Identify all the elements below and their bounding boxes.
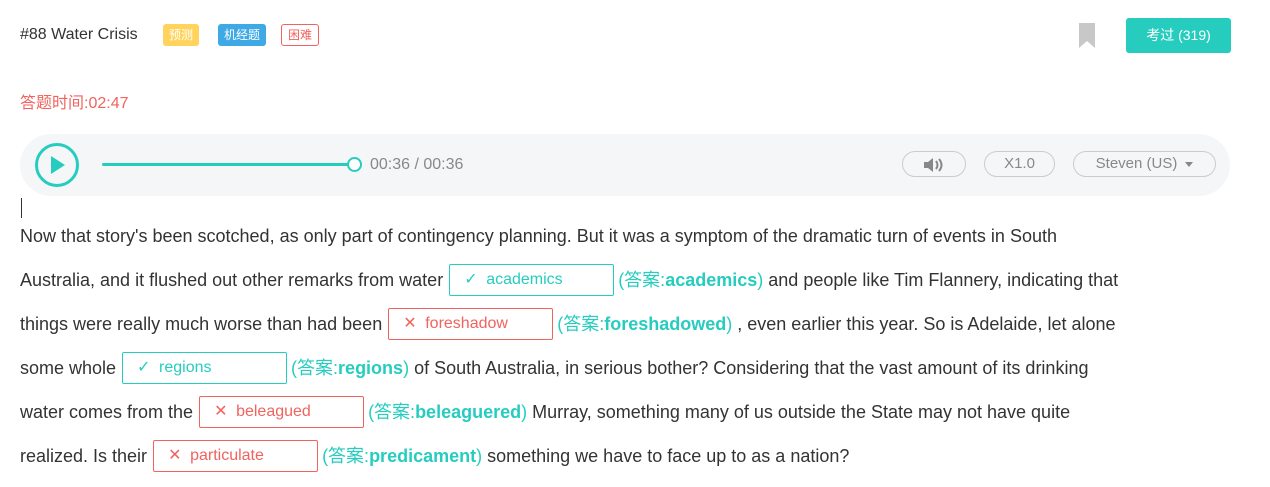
passage-text: some whole [20,358,117,378]
passage-line: realized. Is their ✕ particulate (答案:predic… [20,434,1250,478]
passage-line: some whole ✓ regions (答案:regions) of South … [20,346,1250,390]
question-title: #88 Water Crisis [20,26,138,43]
progress-handle[interactable] [347,157,362,172]
tag-prediction: 预测 [163,24,200,46]
answer-prefix: (答案: [291,358,339,378]
answer-word: predicament [369,446,477,466]
answer-blank[interactable]: ✕ beleagued [199,396,365,429]
progress-bar[interactable] [102,163,354,166]
speed-button[interactable]: X1.0 [984,151,1055,177]
passage-line: Now that story's been scotched, as only … [20,214,1250,258]
passage-text: , even earlier this year. So is Adelaide… [737,314,1116,334]
answer-word: beleaguered [415,402,522,422]
audio-player: 00:36 / 00:36 X1.0 Steven (US) [20,134,1230,196]
answer-blank[interactable]: ✕ foreshadow [388,308,554,341]
answer-blank[interactable]: ✕ particulate [153,440,319,473]
passage-line: things were really much worse than had b… [20,302,1250,346]
passage-text: Australia, and it flushed out other rema… [20,270,444,290]
answer-word: foreshadowed [604,314,727,334]
passage-line: water comes from the ✕ beleagued (答案:beleag… [20,390,1250,434]
passage-text: and people like Tim Flannery, indicating… [768,270,1119,290]
header: #88 Water Crisis 预测 机经题 困难 考过 (319) [0,0,1270,72]
check-icon: ✓ [464,271,478,289]
passage-text: Now that story's been scotched, as only … [20,226,1057,246]
passage-text: realized. Is their [20,446,148,466]
play-button[interactable] [35,143,79,187]
blank-input: foreshadow [425,315,508,333]
answer-word: regions [338,358,404,378]
volume-button[interactable] [902,151,966,177]
answer-prefix: (答案: [368,402,416,422]
pass-count-button[interactable]: 考过 (319) [1126,18,1231,53]
passage-text: of South Australia, in serious bother? C… [414,358,1089,378]
cross-icon: ✕ [403,315,417,333]
passage-line: Australia, and it flushed out other rema… [20,258,1250,302]
passage-text: water comes from the [20,402,194,422]
voice-select[interactable]: Steven (US) [1073,151,1216,177]
tag-difficulty: 困难 [281,24,320,46]
answer-prefix: (答案: [322,446,370,466]
check-icon: ✓ [137,359,151,377]
correct-answer: (答案:predicament) [322,446,483,466]
timer-label: 答题时间: [20,95,89,112]
chevron-down-icon [1185,161,1194,167]
passage-text: things were really much worse than had b… [20,314,383,334]
blank-input: beleagued [236,403,311,421]
blank-input: regions [159,359,212,377]
blank-input: academics [486,271,563,289]
correct-answer: (答案:foreshadowed) [557,314,733,334]
answer-prefix: (答案: [618,270,666,290]
timer-value: 02:47 [88,95,129,112]
answer-blank[interactable]: ✓ regions [122,352,288,385]
answer-timer: 答题时间:02:47 [20,89,129,113]
cross-icon: ✕ [168,447,182,465]
passage: Now that story's been scotched, as only … [20,214,1250,478]
cross-icon: ✕ [214,403,228,421]
tag-exam-question: 机经题 [218,24,267,46]
playback-time: 00:36 / 00:36 [370,156,464,173]
bookmark-icon[interactable] [1079,23,1095,48]
correct-answer: (答案:beleaguered) [368,402,528,422]
passage-text: Murray, something many of us outside the… [532,402,1071,422]
answer-word: academics [665,270,758,290]
correct-answer: (答案:academics) [618,270,764,290]
answer-prefix: (答案: [557,314,605,334]
voice-label: Steven (US) [1095,155,1178,172]
passage-text: something we have to face up to as a nat… [487,446,850,466]
correct-answer: (答案:regions) [291,358,410,378]
blank-input: particulate [190,447,264,465]
answer-blank[interactable]: ✓ academics [449,264,615,297]
speaker-icon [923,158,945,177]
